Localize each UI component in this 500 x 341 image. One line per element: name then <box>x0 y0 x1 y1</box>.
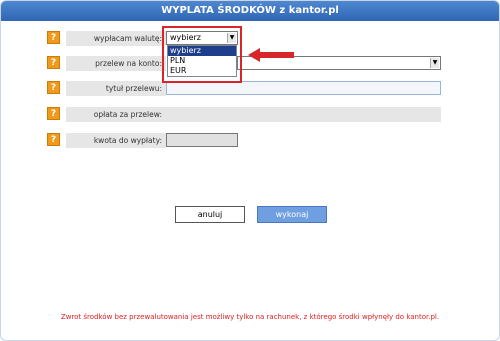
window-title: WYPLATA ŚRODKÓW z kantor.pl <box>1 1 499 21</box>
fee-value <box>166 107 441 122</box>
cancel-button[interactable]: anuluj <box>175 206 245 223</box>
submit-button[interactable]: wykonaj <box>257 206 327 223</box>
arrow-left-icon <box>248 48 294 62</box>
chevron-down-icon[interactable]: ▼ <box>430 58 439 68</box>
help-icon[interactable]: ? <box>47 56 60 69</box>
transfer-title-input[interactable] <box>166 81 441 95</box>
amount-label: kwota do wypłaty: <box>66 133 166 148</box>
help-icon[interactable]: ? <box>47 31 60 44</box>
help-icon[interactable]: ? <box>47 107 60 120</box>
account-label: przelew na konto: <box>66 56 166 71</box>
help-icon[interactable]: ? <box>47 133 60 146</box>
footnote-text: Zwrot środków bez przewalutowania jest m… <box>60 313 440 321</box>
fee-label: opłata za przelew: <box>66 107 166 122</box>
amount-input[interactable] <box>166 133 238 147</box>
annotation-highlight-box <box>162 26 242 83</box>
help-icon[interactable]: ? <box>47 81 60 94</box>
dialog-window: WYPLATA ŚRODKÓW z kantor.pl ? wypłacam w… <box>0 0 500 341</box>
transfer-title-label: tytuł przelewu: <box>66 81 166 96</box>
currency-label: wypłacam walutę: <box>66 31 166 46</box>
